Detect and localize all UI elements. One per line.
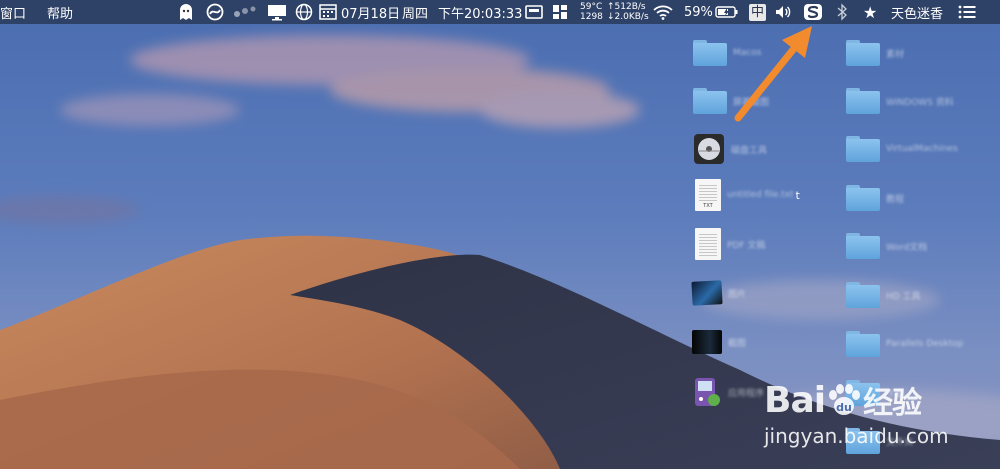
baidu-watermark: Bai du 经验 jingyan.baidu.com xyxy=(764,378,949,449)
watermark-url: jingyan.baidu.com xyxy=(764,424,949,448)
svg-text:du: du xyxy=(836,401,852,414)
watermark-brand: Bai xyxy=(764,379,826,421)
paw-icon: du xyxy=(829,384,861,415)
watermark-brand-cn: 经验 xyxy=(863,386,922,421)
